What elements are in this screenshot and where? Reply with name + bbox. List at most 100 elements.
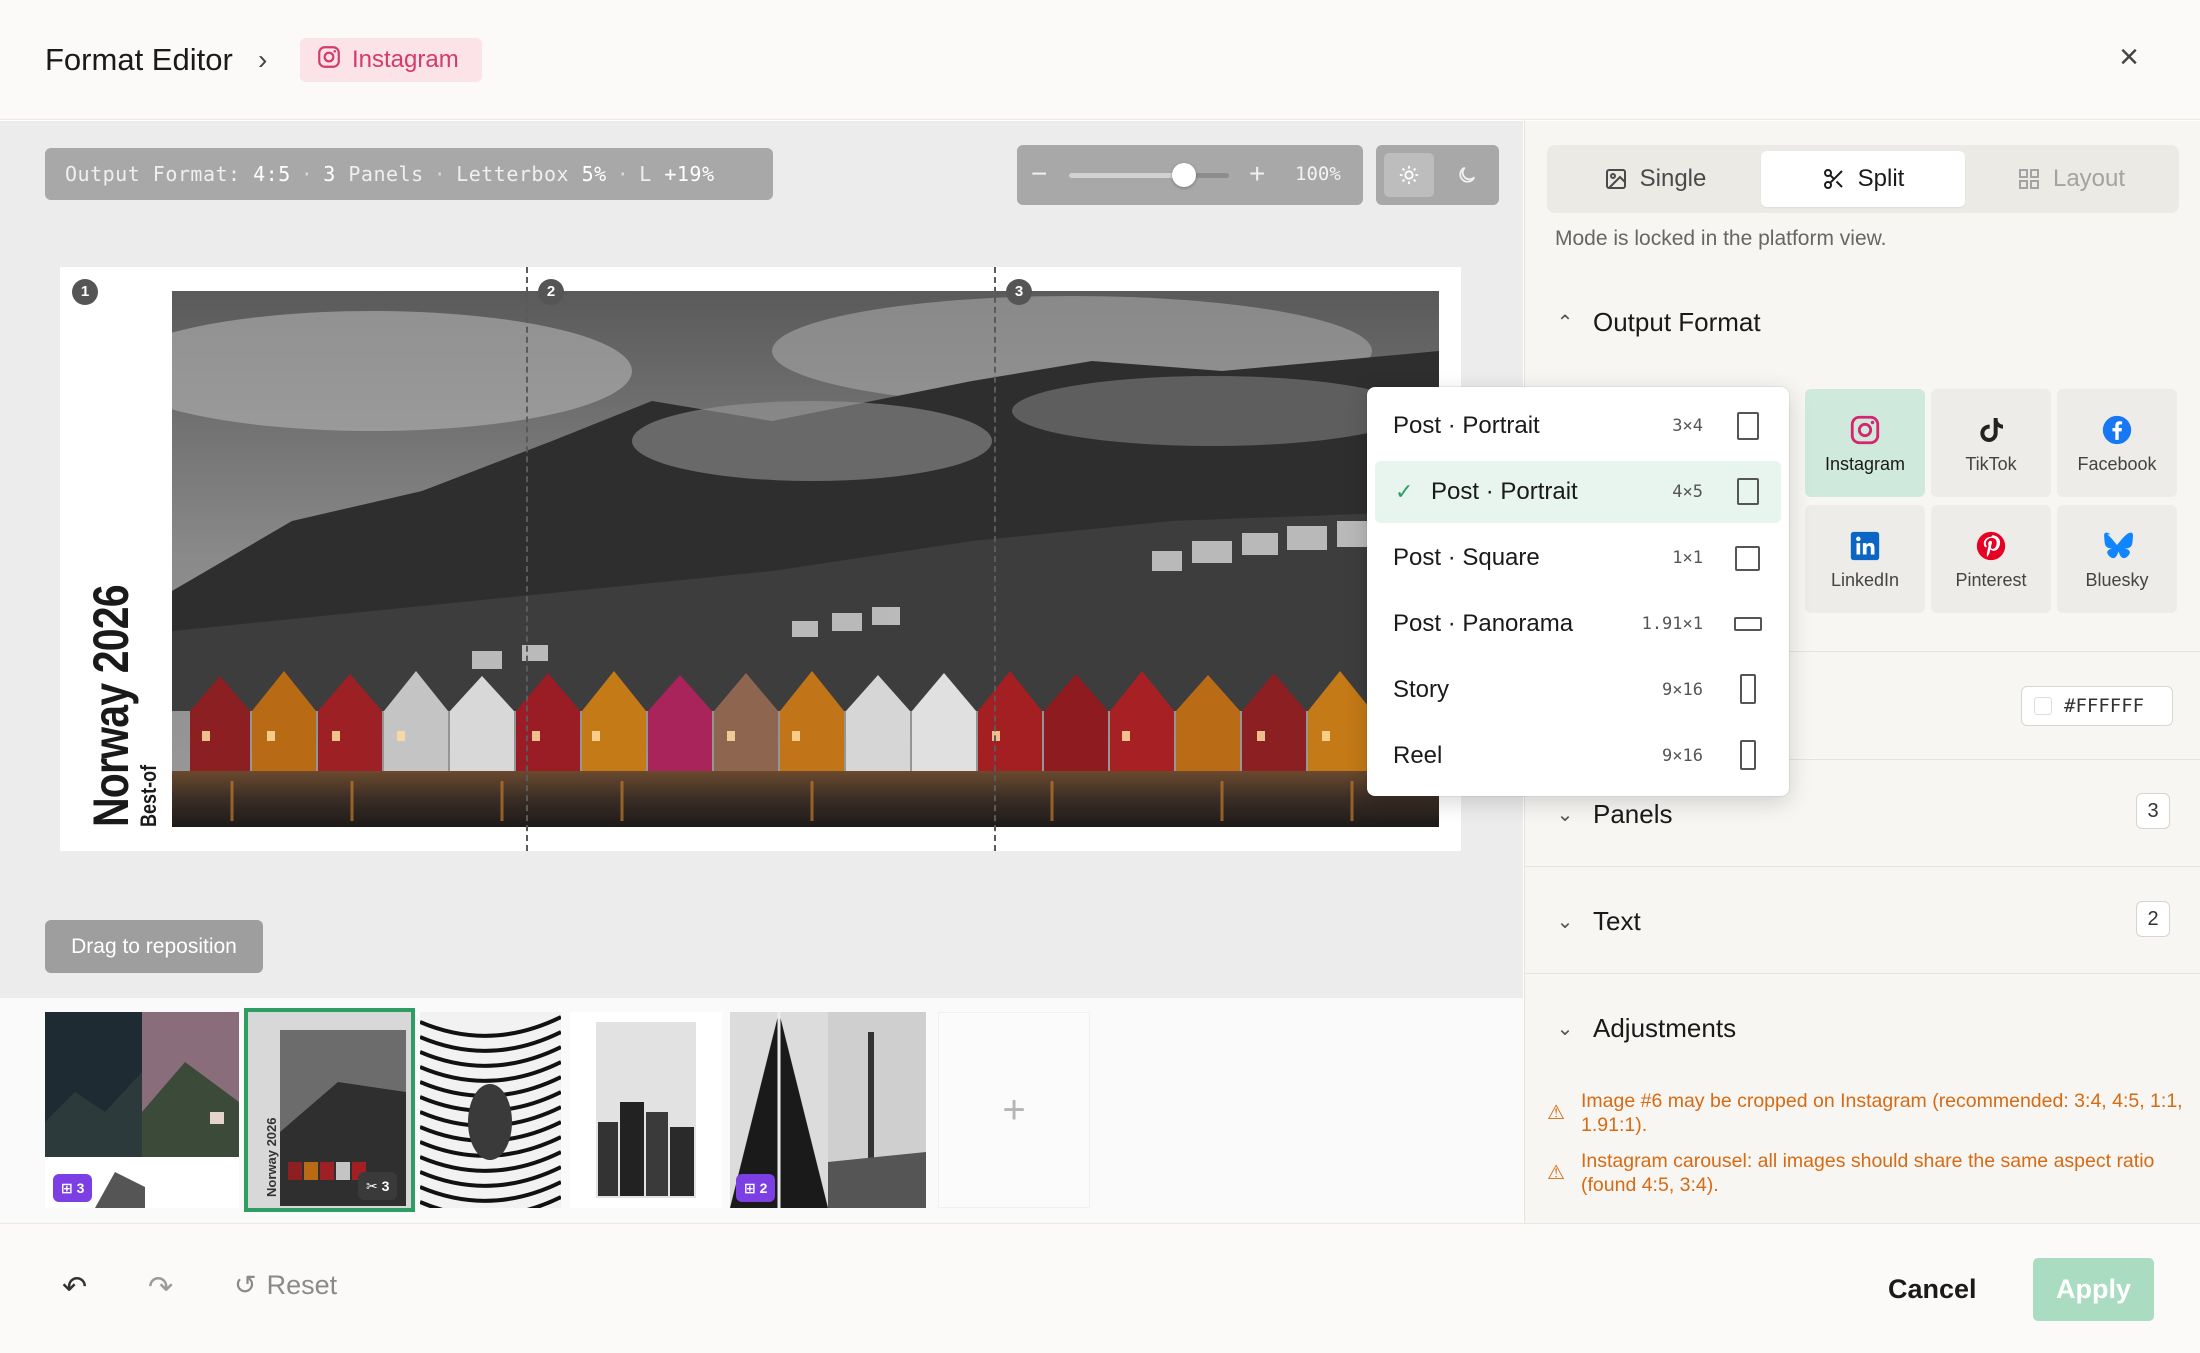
adjustments-section-toggle[interactable]: ⌄ Adjustments: [1555, 1013, 1736, 1044]
panel-number: 1: [72, 279, 98, 305]
tiktok-icon: [1973, 412, 2009, 448]
platform-linkedin[interactable]: LinkedIn: [1805, 505, 1925, 613]
format-option-ratio: 1.91×1: [1641, 614, 1703, 634]
warning-text: Image #6 may be cropped on Instagram (re…: [1581, 1090, 2183, 1136]
format-pill-label: Output Format:: [65, 162, 241, 186]
format-option-label: Post · Portrait: [1431, 478, 1578, 505]
format-option-label: Post · Square: [1393, 544, 1540, 571]
mode-layout-tab[interactable]: Layout: [1969, 151, 2173, 207]
filmstrip: ⊞ 3 Norway 2026 ✂ 3 ⊞ 2 +: [0, 998, 1523, 1223]
redo-icon[interactable]: ↷: [148, 1270, 173, 1305]
text-section-toggle[interactable]: ⌄ Text: [1555, 906, 1641, 937]
zoom-level: 100%: [1295, 163, 1341, 185]
sun-icon: [1399, 165, 1419, 185]
reset-button[interactable]: ↺ Reset: [234, 1270, 337, 1301]
pinterest-icon: [1973, 528, 2009, 564]
preview-photo[interactable]: [172, 291, 1439, 827]
breadcrumb-platform-label: Instagram: [352, 46, 459, 73]
output-format-heading: Output Format: [1593, 307, 1761, 337]
panels-section-toggle[interactable]: ⌄ Panels: [1555, 799, 1673, 830]
thumbnail-image: [570, 1012, 722, 1208]
zoom-slider-fill: [1069, 173, 1185, 178]
breadcrumb-chevron-icon: ›: [258, 44, 268, 75]
format-option-ratio: 9×16: [1662, 680, 1703, 700]
instagram-icon: [1847, 412, 1883, 448]
platform-label: TikTok: [1965, 453, 2017, 474]
chevron-down-icon: ⌄: [1556, 911, 1574, 933]
platform-bluesky[interactable]: Bluesky: [2057, 505, 2177, 613]
breadcrumb-platform[interactable]: Instagram: [300, 38, 482, 82]
format-option-selected[interactable]: ✓ Post · Portrait 4×5: [1375, 461, 1781, 523]
portrait-frame-icon: [1737, 412, 1759, 440]
warning-icon: ⚠: [1547, 1102, 1565, 1124]
warning-text: Instagram carousel: all images should sh…: [1581, 1150, 2155, 1196]
split-badge: ✂ 3: [358, 1172, 398, 1200]
dark-theme-button[interactable]: [1442, 153, 1492, 197]
filmstrip-thumb-selected[interactable]: Norway 2026 ✂ 3: [244, 1008, 415, 1212]
platform-facebook[interactable]: Facebook: [2057, 389, 2177, 497]
chevron-down-icon: ⌄: [1556, 804, 1574, 826]
portrait-frame-icon: [1737, 478, 1759, 505]
mode-single-tab[interactable]: Single: [1553, 151, 1757, 207]
header: Format Editor › Instagram ×: [0, 0, 2200, 120]
reset-label: Reset: [266, 1270, 338, 1300]
close-icon[interactable]: ×: [2112, 40, 2146, 76]
panel-divider[interactable]: [526, 267, 528, 851]
filmstrip-thumb[interactable]: [570, 1012, 722, 1208]
cancel-button[interactable]: Cancel: [1888, 1274, 1977, 1305]
scissors-icon: [1823, 169, 1843, 189]
layout-badge: ⊞ 2: [736, 1174, 776, 1202]
overlay-text[interactable]: Norway 2026 Best-of: [82, 532, 161, 827]
panel-divider[interactable]: [994, 267, 996, 851]
footer: ↶ ↷ ↺ Reset Cancel Apply: [0, 1223, 2200, 1353]
platform-label: Instagram: [1824, 453, 1906, 474]
format-option-ratio: 4×5: [1672, 482, 1703, 502]
format-option[interactable]: Story 9×16: [1375, 659, 1781, 721]
format-option-ratio: 9×16: [1662, 746, 1703, 766]
mode-single-label: Single: [1639, 165, 1707, 192]
platform-instagram[interactable]: Instagram: [1805, 389, 1925, 497]
reel-frame-icon: [1740, 740, 1756, 770]
undo-icon[interactable]: ↶: [62, 1270, 87, 1305]
color-swatch: [2034, 697, 2052, 715]
warning-message: ⚠ Instagram carousel: all images should …: [1547, 1149, 2187, 1197]
warning-message: ⚠ Image #6 may be cropped on Instagram (…: [1547, 1089, 2187, 1137]
zoom-slider[interactable]: [1069, 163, 1229, 187]
zoom-slider-thumb[interactable]: [1172, 163, 1197, 187]
platform-tiktok[interactable]: TikTok: [1931, 389, 2051, 497]
filmstrip-thumb[interactable]: [420, 1012, 561, 1208]
canvas-theme-toggle: [1376, 145, 1499, 205]
format-dropdown: Post · Portrait 3×4 ✓ Post · Portrait 4×…: [1367, 387, 1789, 796]
image-icon: [1605, 169, 1626, 189]
format-pill-letterbox-value: 5%: [581, 162, 607, 186]
filmstrip-thumb[interactable]: ⊞ 3: [45, 1012, 239, 1208]
format-pill-panels-label: Panels: [348, 162, 424, 186]
output-format-summary: Output Format: 4:5 · 3 Panels · Letterbo…: [45, 148, 773, 200]
platform-label: Facebook: [2077, 453, 2157, 474]
zoom-out-button[interactable]: −: [1031, 158, 1047, 190]
overlay-title: Norway 2026: [83, 585, 139, 827]
output-format-section-toggle[interactable]: ⌃ Output Format: [1555, 307, 1761, 338]
mode-layout-label: Layout: [2052, 165, 2126, 192]
format-option-ratio: 3×4: [1672, 416, 1703, 436]
platform-pinterest[interactable]: Pinterest: [1931, 505, 2051, 613]
linkedin-icon: [1847, 528, 1883, 564]
format-option[interactable]: Post · Portrait 3×4: [1375, 395, 1781, 457]
format-option[interactable]: Reel 9×16: [1375, 725, 1781, 787]
format-option-ratio: 1×1: [1672, 548, 1703, 568]
format-option[interactable]: Post · Square 1×1: [1375, 527, 1781, 589]
platform-label: Bluesky: [2085, 569, 2149, 590]
thumbnail-image: [420, 1012, 561, 1208]
mode-split-tab[interactable]: Split: [1761, 151, 1965, 207]
platform-label: Pinterest: [1955, 569, 2027, 590]
panels-count-badge: 3: [2136, 793, 2170, 829]
filmstrip-thumb[interactable]: ⊞ 2: [730, 1012, 926, 1208]
format-option[interactable]: Post · Panorama 1.91×1: [1375, 593, 1781, 655]
zoom-in-button[interactable]: +: [1249, 158, 1265, 190]
split-preview-canvas[interactable]: 1 2 3 Norway 2026 Best-of: [60, 267, 1461, 851]
apply-button[interactable]: Apply: [2033, 1258, 2154, 1321]
light-theme-button[interactable]: [1384, 153, 1434, 197]
background-color-picker[interactable]: #FFFFFF: [2021, 686, 2173, 726]
format-pill-panels-count: 3: [323, 162, 336, 186]
add-image-button[interactable]: +: [938, 1012, 1090, 1208]
